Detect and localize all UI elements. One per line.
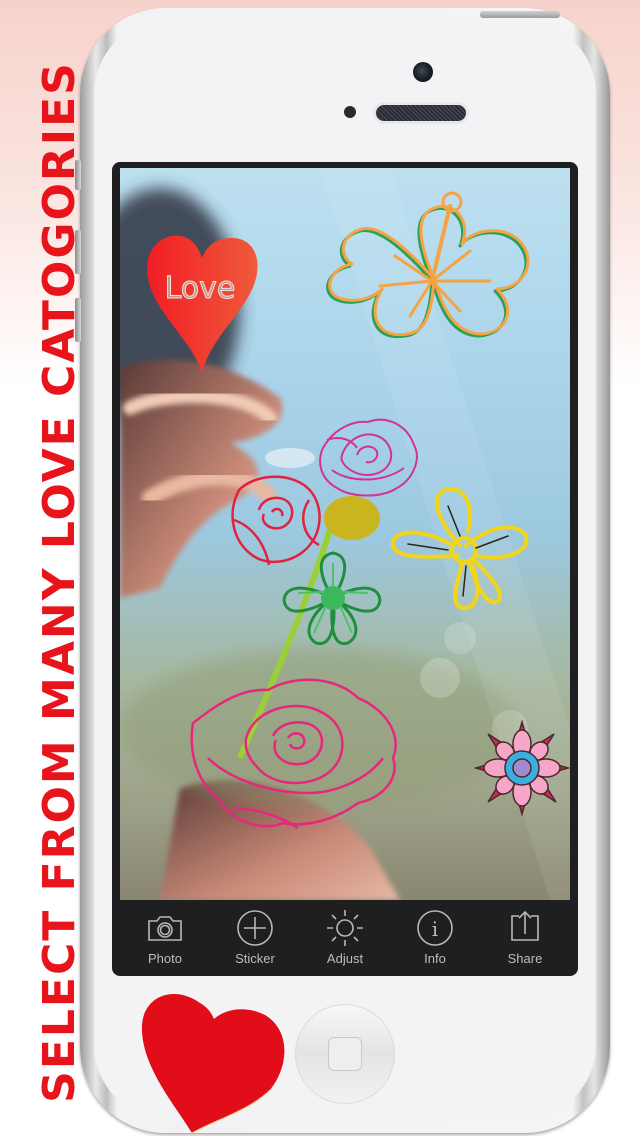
petal-stem-tip	[265, 448, 315, 468]
green-flower-sticker[interactable]	[280, 548, 386, 648]
home-button[interactable]	[295, 1004, 395, 1104]
home-square-icon	[328, 1037, 362, 1071]
earpiece-speaker	[376, 105, 466, 121]
proximity-sensor	[344, 106, 356, 118]
mandala-flower-sticker[interactable]	[474, 720, 570, 816]
toolbar-info-button[interactable]: i Info	[390, 900, 480, 966]
power-button	[480, 11, 560, 18]
toolbar-share-button[interactable]: Share	[480, 900, 570, 966]
toolbar-photo-label: Photo	[148, 951, 182, 966]
toolbar-adjust-button[interactable]: Adjust	[300, 900, 390, 966]
toolbar-photo-button[interactable]: Photo	[120, 900, 210, 966]
share-icon	[511, 910, 539, 941]
volume-down-button	[75, 298, 81, 342]
mute-switch	[75, 160, 81, 190]
volume-up-button	[75, 230, 81, 274]
toolbar-info-label: Info	[424, 951, 446, 966]
photo-canvas[interactable]: Love	[120, 168, 570, 900]
love-heart-text: Love	[165, 271, 236, 306]
camera-icon	[148, 916, 182, 941]
toolbar-sticker-label: Sticker	[235, 951, 275, 966]
yellow-flower-sticker[interactable]	[388, 486, 533, 611]
toolbar-adjust-label: Adjust	[326, 951, 364, 966]
love-heart-sticker[interactable]: Love	[142, 228, 262, 378]
svg-text:i: i	[432, 917, 438, 941]
bokeh-1	[420, 658, 460, 698]
red-heart-shape	[141, 994, 285, 1133]
hibiscus-sticker[interactable]	[320, 186, 545, 346]
toolbar-sticker-button[interactable]: Sticker	[210, 900, 300, 966]
sun-icon	[327, 910, 363, 946]
info-circle-icon: i	[417, 910, 453, 946]
editor-toolbar: Photo Sticker Adjust i Info Share	[120, 900, 570, 970]
large-pink-rose-sticker[interactable]	[188, 668, 404, 838]
decorative-heart	[141, 994, 285, 1134]
chamomile-head	[324, 496, 380, 540]
toolbar-share-label: Share	[507, 951, 543, 966]
front-camera	[413, 62, 433, 82]
plus-circle-icon	[237, 910, 273, 946]
